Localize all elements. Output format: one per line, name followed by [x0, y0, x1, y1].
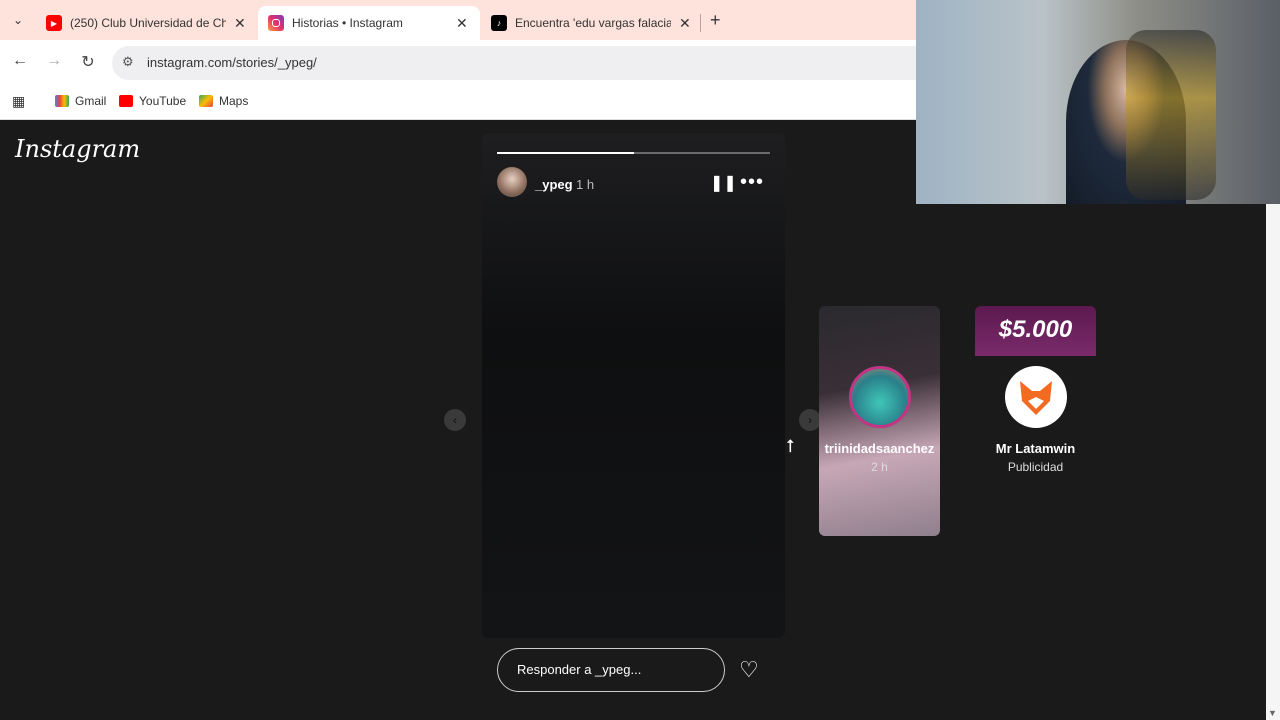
webcam-overlay: [916, 0, 1280, 204]
story-card-time: 2 h: [871, 460, 888, 474]
navigation-bar: ← → ↻ ⚙ instagram.com/stories/_ypeg/: [0, 40, 916, 86]
bookmark-label: Gmail: [75, 94, 107, 108]
next-story-icon[interactable]: ›: [799, 409, 821, 431]
story-username[interactable]: _ypeg: [535, 177, 573, 192]
close-tab-icon[interactable]: ✕: [456, 15, 468, 32]
bookmarks-bar: ▦ Gmail YouTube Maps: [0, 86, 916, 120]
instagram-stories-page: Instagram _ypeg 1 h ❚❚ ••• ‹ › Responder…: [0, 121, 1266, 720]
like-heart-icon[interactable]: ♡: [739, 657, 759, 683]
apps-grid-icon[interactable]: ▦: [12, 93, 25, 110]
story-progress-bar: [497, 152, 770, 154]
bookmark-label: YouTube: [139, 94, 187, 108]
tab-instagram[interactable]: Historias • Instagram ✕: [258, 6, 480, 40]
scroll-down-icon[interactable]: ▼: [1268, 708, 1277, 718]
gmail-icon: [55, 95, 69, 107]
tab-title: Historias • Instagram: [292, 16, 403, 30]
reply-input[interactable]: Responder a _ypeg...: [497, 648, 725, 692]
promo-amount: $5.000: [998, 316, 1073, 343]
tiktok-icon: ♪: [491, 15, 507, 31]
new-tab-icon[interactable]: +: [710, 10, 721, 31]
mouse-cursor-icon: ⭡: [786, 436, 795, 456]
youtube-icon: [119, 95, 133, 107]
gaming-chair: [1126, 30, 1216, 200]
scrollbar[interactable]: ▼: [1266, 204, 1280, 720]
bookmark-maps[interactable]: Maps: [199, 94, 248, 108]
maps-icon: [199, 95, 213, 107]
ad-story-card[interactable]: $5.000 Mr Latamwin Publicidad: [975, 306, 1096, 536]
story-timestamp: 1 h: [576, 177, 595, 192]
tab-title: Encuentra 'edu vargas falacias': [515, 16, 671, 30]
sponsored-label: Publicidad: [1007, 460, 1064, 474]
site-settings-icon[interactable]: ⚙: [122, 54, 134, 70]
close-tab-icon[interactable]: ✕: [234, 15, 246, 32]
youtube-icon: ▶: [46, 15, 62, 31]
address-bar[interactable]: ⚙ instagram.com/stories/_ypeg/: [112, 46, 916, 80]
tab-title: (250) Club Universidad de Chile: [70, 16, 226, 30]
fox-logo-icon: [1005, 366, 1067, 428]
bookmark-youtube[interactable]: YouTube: [119, 94, 186, 108]
close-tab-icon[interactable]: ✕: [679, 15, 691, 32]
bookmark-gmail[interactable]: Gmail: [55, 94, 106, 108]
instagram-icon: [268, 15, 284, 31]
reload-icon[interactable]: ↻: [77, 52, 99, 72]
previous-story-icon[interactable]: ‹: [444, 409, 466, 431]
tab-search-chevron-icon[interactable]: ⌄: [8, 10, 28, 30]
story-card-name: triinidadsaanchez: [824, 441, 935, 456]
avatar[interactable]: [497, 167, 527, 197]
url-text: instagram.com/stories/_ypeg/: [147, 55, 317, 70]
forward-icon[interactable]: →: [43, 52, 65, 70]
story-card-name: Mr Latamwin: [995, 441, 1076, 456]
tab-tiktok[interactable]: ♪ Encuentra 'edu vargas falacias' ✕: [481, 6, 701, 40]
story-progress-fill: [497, 152, 634, 154]
pause-icon[interactable]: ❚❚: [710, 173, 737, 193]
tab-youtube[interactable]: ▶ (250) Club Universidad de Chile ✕: [36, 6, 256, 40]
bookmark-label: Maps: [219, 94, 249, 108]
tab-divider: [700, 14, 701, 32]
more-options-icon[interactable]: •••: [740, 171, 764, 194]
back-icon[interactable]: ←: [9, 52, 31, 70]
story-viewer[interactable]: _ypeg 1 h ❚❚ •••: [482, 133, 785, 638]
tab-bar: ⌄ ▶ (250) Club Universidad de Chile ✕ Hi…: [0, 0, 916, 40]
next-story-card[interactable]: triinidadsaanchez 2 h: [819, 306, 940, 536]
avatar: [849, 366, 911, 428]
instagram-logo[interactable]: Instagram: [15, 135, 140, 163]
